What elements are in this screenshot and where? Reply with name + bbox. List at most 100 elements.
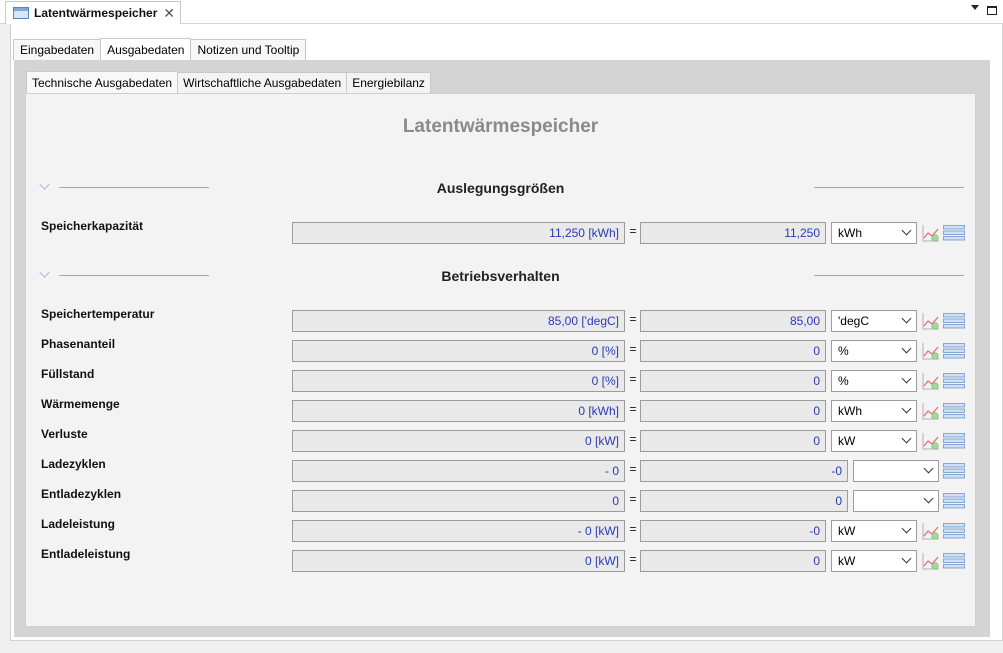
maximize-icon[interactable]	[987, 6, 997, 15]
chevron-down-icon	[923, 463, 934, 474]
row-label: Phasenanteil	[41, 337, 116, 351]
list-icon[interactable]	[943, 433, 965, 449]
list-icon[interactable]	[943, 313, 965, 329]
tab-eingabedaten[interactable]: Eingabedaten	[13, 39, 102, 60]
list-icon[interactable]	[943, 403, 965, 419]
unit-select[interactable]	[853, 460, 939, 482]
unit-select-value: kWh	[838, 226, 862, 240]
chart-line-icon[interactable]	[921, 431, 941, 451]
converted-value-field: 0	[640, 430, 826, 452]
value-field: 0 [kW]	[292, 550, 625, 572]
tab-technische-ausgabedaten[interactable]: Technische Ausgabedaten	[26, 71, 179, 93]
output-row: Speichertemperatur 85,00 ['degC] = 85,00 'de…	[26, 307, 975, 332]
row-label: Füllstand	[41, 367, 95, 381]
list-icon[interactable]	[943, 523, 965, 539]
divider	[814, 187, 964, 188]
equals-sign: =	[629, 522, 637, 536]
equals-sign: =	[629, 432, 637, 446]
unit-select-value: kWh	[838, 404, 862, 418]
unit-select[interactable]: %	[831, 340, 917, 362]
document-icon	[13, 7, 29, 19]
unit-select-value: %	[838, 344, 849, 358]
output-row: Verluste 0 [kW] = 0 kW	[26, 427, 975, 452]
unit-select-value: kW	[838, 554, 856, 568]
value-field: 11,250 [kWh]	[292, 222, 625, 244]
unit-select[interactable]	[853, 490, 939, 512]
unit-select-value: kW	[838, 524, 856, 538]
converted-value-field: 11,250	[640, 222, 826, 244]
equals-sign: =	[629, 312, 637, 326]
row-label: Entladeleistung	[41, 547, 131, 561]
converted-value-field: 0	[640, 370, 826, 392]
chart-line-icon[interactable]	[921, 223, 941, 243]
output-row: Ladeleistung - 0 [kW] = -0 kW	[26, 517, 975, 542]
unit-select-value: 'degC	[838, 314, 869, 328]
row-label: Speicherkapazität	[41, 219, 144, 233]
converted-value-field: 0	[640, 400, 826, 422]
unit-select[interactable]: kWh	[831, 400, 917, 422]
converted-value-field: 0	[640, 550, 826, 572]
converted-value-field: 0	[640, 490, 848, 512]
equals-sign: =	[629, 492, 637, 506]
unit-select-value: kW	[838, 434, 856, 448]
value-field: 0	[292, 490, 625, 512]
chevron-down-icon	[901, 373, 912, 384]
tab-wirtschaftliche-ausgabedaten[interactable]: Wirtschaftliche Ausgabedaten	[177, 72, 348, 93]
equals-sign: =	[629, 224, 637, 238]
editor-tab[interactable]: Latentwärmespeicher ✕	[5, 1, 181, 24]
chart-line-icon[interactable]	[921, 371, 941, 391]
tab-energiebilanz[interactable]: Energiebilanz	[346, 72, 431, 93]
value-field: 85,00 ['degC]	[292, 310, 625, 332]
editor-tab-strip: Latentwärmespeicher ✕	[0, 0, 1003, 24]
equals-sign: =	[629, 342, 637, 356]
row-label: Ladezyklen	[41, 457, 106, 471]
view-menu-icon[interactable]	[971, 5, 979, 10]
unit-select[interactable]: kW	[831, 430, 917, 452]
chevron-down-icon	[901, 313, 912, 324]
unit-select[interactable]: kWh	[831, 222, 917, 244]
tab-ausgabedaten[interactable]: Ausgabedaten	[100, 38, 192, 60]
divider	[814, 275, 964, 276]
equals-sign: =	[629, 402, 637, 416]
section-betriebsverhalten: Betriebsverhalten	[26, 266, 975, 286]
chart-line-icon[interactable]	[921, 521, 941, 541]
converted-value-field: 0	[640, 340, 826, 362]
main-tabs: Eingabedaten Ausgabedaten Notizen und To…	[13, 38, 307, 60]
chevron-down-icon	[901, 523, 912, 534]
editor-tab-label: Latentwärmespeicher	[34, 6, 158, 20]
unit-select[interactable]: %	[831, 370, 917, 392]
list-icon[interactable]	[943, 553, 965, 569]
tab-notizen[interactable]: Notizen und Tooltip	[190, 39, 307, 60]
equals-sign: =	[629, 372, 637, 386]
row-label: Speichertemperatur	[41, 307, 155, 321]
output-row: Speicherkapazität 11,250 [kWh] = 11,250 kWh	[26, 219, 975, 244]
chevron-down-icon	[901, 403, 912, 414]
unit-select[interactable]: 'degC	[831, 310, 917, 332]
list-icon[interactable]	[943, 373, 965, 389]
close-icon[interactable]: ✕	[163, 5, 175, 21]
chevron-down-icon	[923, 493, 934, 504]
list-icon[interactable]	[943, 343, 965, 359]
section-title: Betriebsverhalten	[441, 268, 560, 284]
chevron-down-icon	[901, 553, 912, 564]
value-field: - 0 [kW]	[292, 520, 625, 542]
list-icon[interactable]	[943, 493, 965, 509]
page-title: Latentwärmespeicher	[402, 116, 599, 137]
row-label: Entladezyklen	[41, 487, 122, 501]
output-row: Wärmemenge 0 [kWh] = 0 kWh	[26, 397, 975, 422]
equals-sign: =	[629, 462, 637, 476]
list-icon[interactable]	[943, 463, 965, 479]
value-field: - 0	[292, 460, 625, 482]
unit-select-value: %	[838, 374, 849, 388]
row-label: Wärmemenge	[41, 397, 120, 411]
unit-select[interactable]: kW	[831, 550, 917, 572]
chart-line-icon[interactable]	[921, 341, 941, 361]
section-auslegung: Auslegungsgrößen	[26, 178, 975, 198]
value-field: 0 [%]	[292, 370, 625, 392]
unit-select[interactable]: kW	[831, 520, 917, 542]
chart-line-icon[interactable]	[921, 311, 941, 331]
list-icon[interactable]	[943, 225, 965, 241]
chevron-down-icon	[901, 433, 912, 444]
chart-line-icon[interactable]	[921, 401, 941, 421]
chart-line-icon[interactable]	[921, 551, 941, 571]
